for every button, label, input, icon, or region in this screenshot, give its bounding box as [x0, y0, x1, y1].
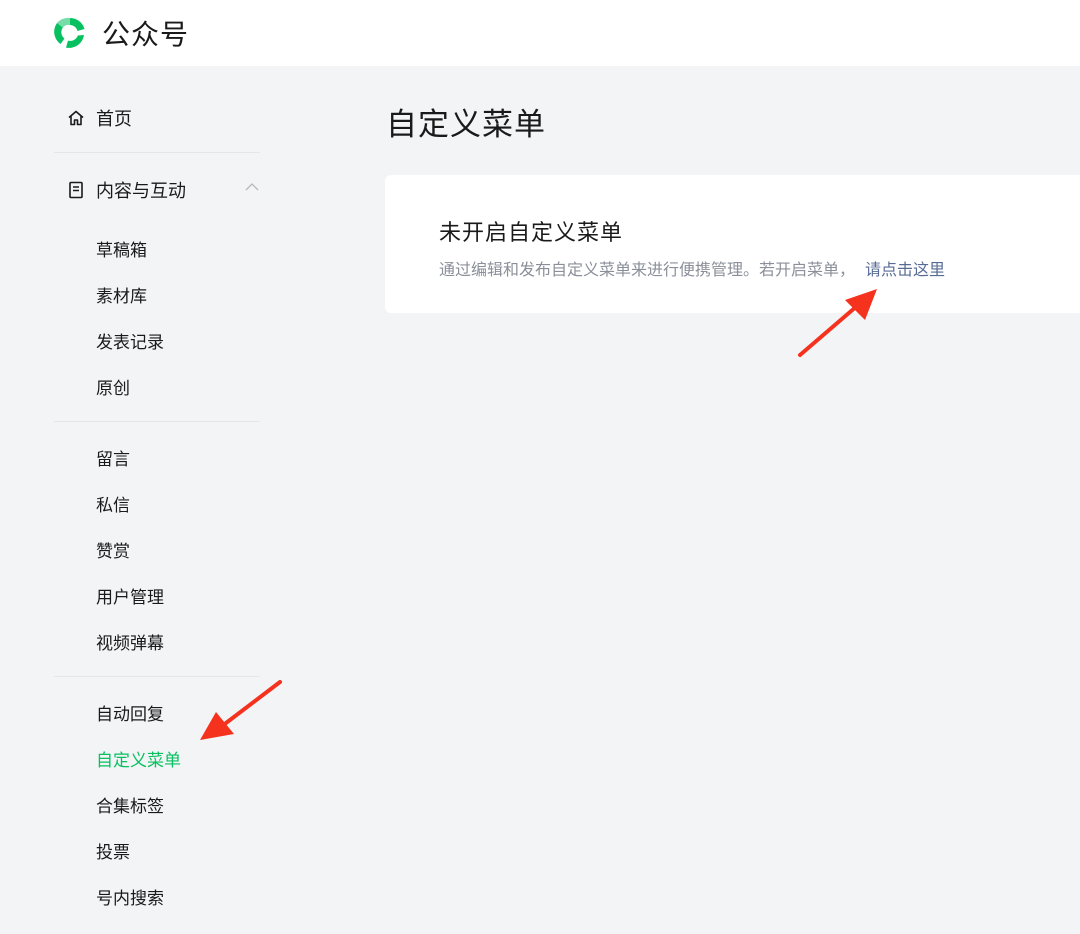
sidebar-item-messages[interactable]: 私信	[96, 491, 130, 516]
chevron-up-icon[interactable]	[244, 179, 260, 195]
enable-menu-link[interactable]: 请点击这里	[865, 256, 945, 280]
sidebar-item-comments[interactable]: 留言	[96, 445, 130, 470]
sidebar-item-materials[interactable]: 素材库	[96, 282, 147, 307]
sidebar-item-publish-records[interactable]: 发表记录	[96, 328, 164, 353]
sidebar-item-label: 内容与互动	[96, 181, 186, 202]
document-icon	[69, 181, 83, 199]
sidebar-item-label: 首页	[96, 109, 132, 130]
sidebar-item-auto-reply[interactable]: 自动回复	[96, 700, 164, 725]
sidebar-item-account-search[interactable]: 号内搜索	[96, 884, 164, 909]
sidebar-item-custom-menu[interactable]: 自定义菜单	[96, 746, 181, 771]
sidebar-item-video-danmaku[interactable]: 视频弹幕	[96, 629, 164, 654]
page-title: 自定义菜单	[386, 107, 546, 143]
sidebar-item-drafts[interactable]: 草稿箱	[96, 236, 147, 261]
sidebar-item-collection-tags[interactable]: 合集标签	[96, 792, 164, 817]
sidebar-item-original[interactable]: 原创	[96, 374, 130, 399]
sidebar-divider	[54, 676, 260, 677]
sidebar-divider	[54, 152, 260, 153]
sidebar-divider	[54, 421, 260, 422]
sidebar-item-content-interaction[interactable]: 内容与互动	[66, 177, 260, 203]
sidebar-item-appreciation[interactable]: 赞赏	[96, 537, 130, 562]
home-icon	[68, 110, 84, 126]
card-description: 通过编辑和发布自定义菜单来进行便携管理。若开启菜单，	[439, 260, 856, 279]
wechat-official-account-logo-icon	[54, 17, 85, 48]
card-title: 未开启自定义菜单	[439, 221, 624, 246]
sidebar-item-user-management[interactable]: 用户管理	[96, 583, 164, 608]
top-bar: 公众号	[0, 0, 1080, 66]
app-title: 公众号	[102, 18, 190, 51]
sidebar-item-vote[interactable]: 投票	[96, 838, 130, 863]
sidebar: 首页 内容与互动 草稿箱 素材库 发表记录 原创 留言 私信 赞赏 用户管理 视…	[54, 66, 260, 934]
logo[interactable]: 公众号	[52, 13, 189, 53]
sidebar-item-home[interactable]: 首页	[66, 105, 132, 131]
custom-menu-status-card: 未开启自定义菜单 通过编辑和发布自定义菜单来进行便携管理。若开启菜单， 请点击这…	[385, 175, 1080, 313]
